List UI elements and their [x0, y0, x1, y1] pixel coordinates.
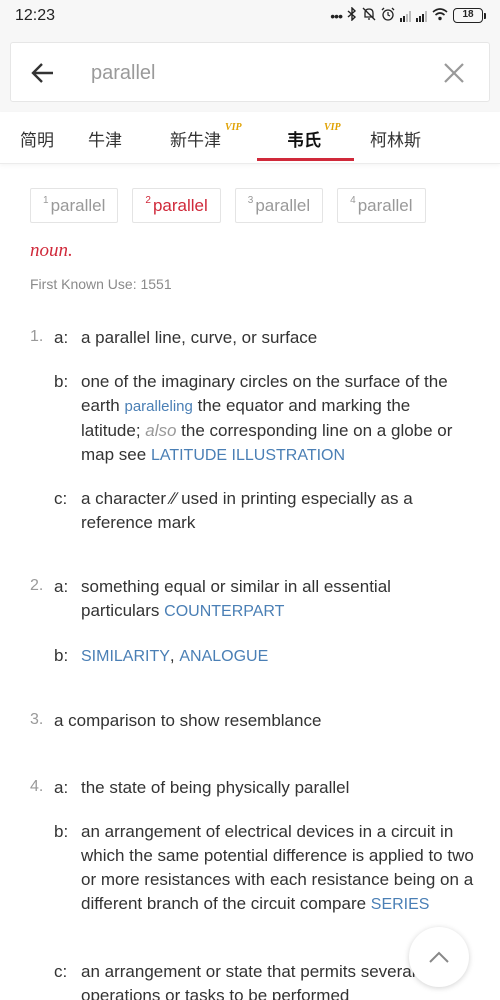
- signal-icon-2: [416, 9, 427, 22]
- battery-icon: 18: [453, 8, 486, 23]
- def-1a: a: a parallel line, curve, or surface: [54, 328, 318, 347]
- def-1c: c: a character ∕∕ used in printing espec…: [54, 489, 413, 532]
- tab-oxford[interactable]: 牛津: [88, 126, 122, 151]
- bluetooth-icon: [347, 6, 357, 24]
- tab-new-oxford[interactable]: 新牛津 VIP: [170, 122, 242, 151]
- part-of-speech: noun.: [30, 240, 73, 261]
- def-2b: b: SIMILARITY, ANALOGUE: [54, 646, 269, 665]
- search-input[interactable]: [91, 57, 421, 89]
- tab-webster[interactable]: 韦氏 VIP: [287, 122, 341, 151]
- xref-link[interactable]: paralleling: [124, 398, 192, 415]
- tab-jianming[interactable]: 简明: [20, 126, 54, 151]
- dictionary-tabs: 简明 牛津 新牛津 VIP 韦氏 VIP 柯林斯: [0, 112, 500, 164]
- homograph-chip-2[interactable]: 2 parallel: [132, 188, 221, 223]
- def-number: 4.: [30, 778, 44, 795]
- search-header: [0, 34, 500, 112]
- active-tab-indicator: [257, 158, 354, 161]
- battery-level: 18: [453, 8, 483, 23]
- vip-badge: VIP: [324, 122, 341, 133]
- status-bar: 12:23 ••• 18: [0, 0, 500, 34]
- status-icons: ••• 18: [330, 6, 486, 24]
- def-3: a comparison to show resemblance: [54, 711, 322, 730]
- def-number: 1.: [30, 328, 44, 345]
- wifi-icon: [432, 7, 448, 24]
- search-box: [10, 42, 490, 102]
- xref-link[interactable]: ANALOGUE: [179, 648, 268, 665]
- def-number: 3.: [30, 711, 44, 728]
- scroll-to-top-button[interactable]: [409, 927, 469, 987]
- xref-link[interactable]: SERIES: [371, 896, 430, 913]
- vip-badge: VIP: [225, 122, 242, 133]
- chevron-up-icon: [429, 951, 449, 963]
- def-4a: a: the state of being physically paralle…: [54, 778, 350, 797]
- signal-icon-1: [400, 9, 411, 22]
- alarm-icon: [381, 7, 395, 24]
- xref-link[interactable]: LATITUDE ILLUSTRATION: [151, 447, 345, 464]
- tab-collins[interactable]: 柯林斯: [370, 126, 421, 151]
- homograph-chip-1[interactable]: 1 parallel: [30, 188, 119, 223]
- homograph-chip-4[interactable]: 4 parallel: [337, 188, 426, 223]
- status-time: 12:23: [15, 7, 56, 24]
- def-2a: a: something equal or similar in all ess…: [54, 577, 391, 620]
- def-4b: b: an arrangement of electrical devices …: [54, 822, 474, 913]
- def-1b: b: one of the imaginary circles on the s…: [54, 372, 453, 464]
- homograph-chip-3[interactable]: 3 parallel: [234, 188, 324, 223]
- def-number: 2.: [30, 577, 44, 594]
- homograph-chips: 1 parallel 2 parallel 3 parallel 4 parallel: [30, 188, 426, 223]
- xref-link[interactable]: COUNTERPART: [164, 603, 284, 620]
- xref-link[interactable]: SIMILARITY: [81, 648, 170, 665]
- first-known-use: First Known Use: 1551: [30, 276, 172, 292]
- more-dots-icon: •••: [330, 7, 343, 24]
- clear-icon[interactable]: [441, 60, 467, 86]
- back-arrow-icon[interactable]: [29, 59, 57, 87]
- mute-bell-icon: [362, 7, 376, 24]
